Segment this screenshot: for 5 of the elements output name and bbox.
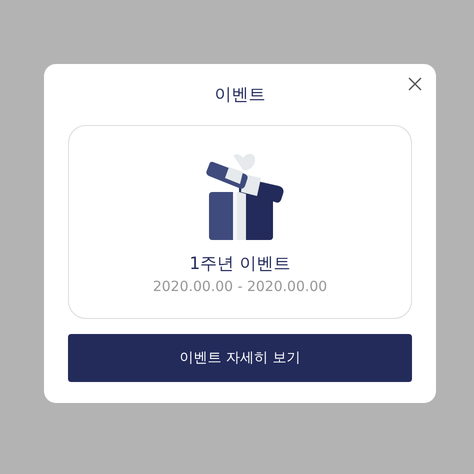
close-icon[interactable] (408, 77, 422, 91)
event-name: 1주년 이벤트 (189, 253, 291, 275)
dialog-title: 이벤트 (214, 84, 266, 106)
event-details-button[interactable]: 이벤트 자세히 보기 (68, 334, 412, 382)
event-period: 2020.00.00 - 2020.00.00 (152, 279, 328, 295)
